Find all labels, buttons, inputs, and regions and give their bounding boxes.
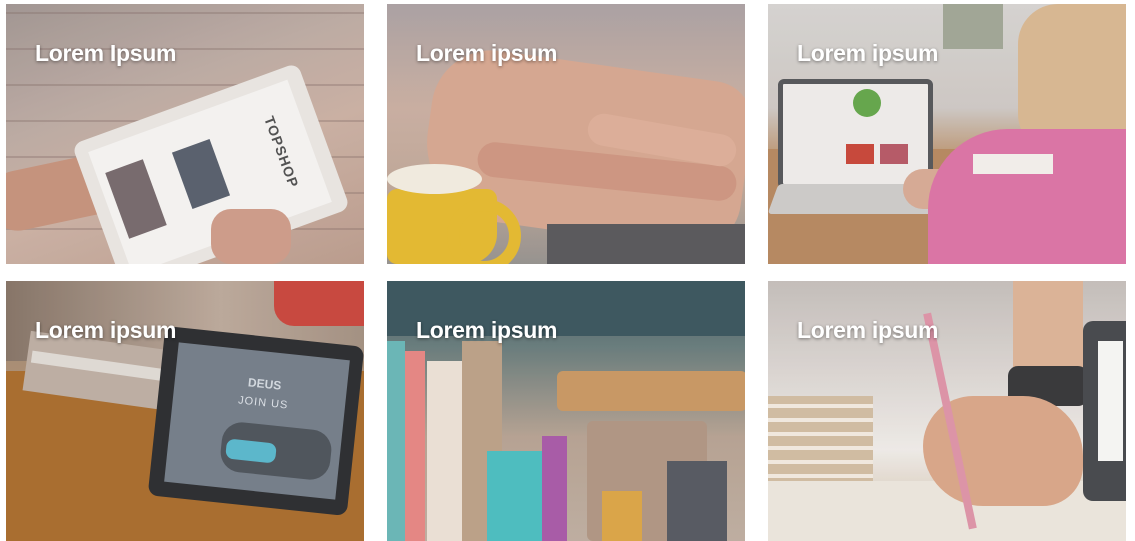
tile-caption: Lorem ipsum xyxy=(797,40,939,66)
tile-caption: Lorem Ipsum xyxy=(35,40,177,66)
gallery-tile-1[interactable]: TOPSHOP Lorem Ipsum xyxy=(6,4,364,264)
gallery-tile-2[interactable]: Lorem ipsum xyxy=(387,4,745,264)
gallery-tile-3[interactable]: Lorem ipsum xyxy=(768,4,1126,264)
tile-caption: Lorem ipsum xyxy=(416,317,558,343)
gallery-tile-4[interactable]: DEUS JOIN US Lorem ipsum xyxy=(6,281,364,541)
gallery-tile-5[interactable]: Lorem ipsum xyxy=(387,281,745,541)
tile-caption: Lorem ipsum xyxy=(797,317,939,343)
tile-caption: Lorem ipsum xyxy=(35,317,177,343)
gallery-tile-6[interactable]: Lorem ipsum xyxy=(768,281,1126,541)
tile-caption: Lorem ipsum xyxy=(416,40,558,66)
